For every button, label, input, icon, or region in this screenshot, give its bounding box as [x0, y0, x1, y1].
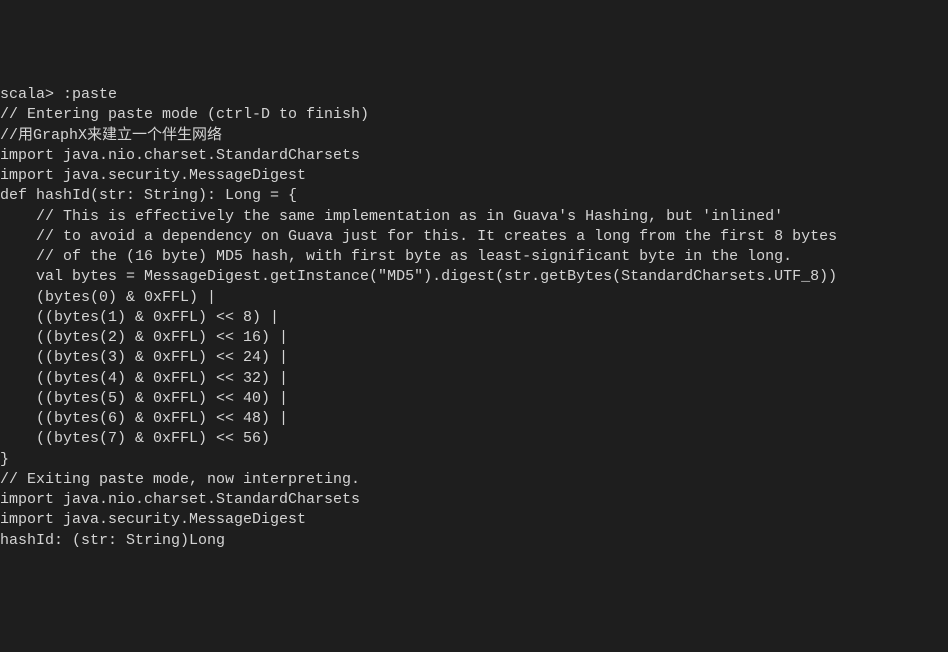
- terminal-line: ((bytes(4) & 0xFFL) << 32) |: [0, 369, 948, 389]
- terminal-line: import java.security.MessageDigest: [0, 510, 948, 530]
- terminal-output[interactable]: scala> :paste// Entering paste mode (ctr…: [0, 85, 948, 551]
- terminal-line: // of the (16 byte) MD5 hash, with first…: [0, 247, 948, 267]
- terminal-line: val bytes = MessageDigest.getInstance("M…: [0, 267, 948, 287]
- terminal-line: hashId: (str: String)Long: [0, 531, 948, 551]
- terminal-line: ((bytes(2) & 0xFFL) << 16) |: [0, 328, 948, 348]
- terminal-line: // This is effectively the same implemen…: [0, 207, 948, 227]
- terminal-line: ((bytes(6) & 0xFFL) << 48) |: [0, 409, 948, 429]
- terminal-line: (bytes(0) & 0xFFL) |: [0, 288, 948, 308]
- terminal-line: // to avoid a dependency on Guava just f…: [0, 227, 948, 247]
- terminal-line: // Exiting paste mode, now interpreting.: [0, 470, 948, 490]
- terminal-line: import java.nio.charset.StandardCharsets: [0, 490, 948, 510]
- terminal-line: import java.nio.charset.StandardCharsets: [0, 146, 948, 166]
- terminal-line: ((bytes(1) & 0xFFL) << 8) |: [0, 308, 948, 328]
- terminal-line: ((bytes(7) & 0xFFL) << 56): [0, 429, 948, 449]
- terminal-line: scala> :paste: [0, 85, 948, 105]
- terminal-line: ((bytes(3) & 0xFFL) << 24) |: [0, 348, 948, 368]
- terminal-line: import java.security.MessageDigest: [0, 166, 948, 186]
- terminal-line: // Entering paste mode (ctrl-D to finish…: [0, 105, 948, 125]
- terminal-line: def hashId(str: String): Long = {: [0, 186, 948, 206]
- terminal-line: }: [0, 450, 948, 470]
- terminal-line: //用GraphX来建立一个伴生网络: [0, 126, 948, 146]
- terminal-line: ((bytes(5) & 0xFFL) << 40) |: [0, 389, 948, 409]
